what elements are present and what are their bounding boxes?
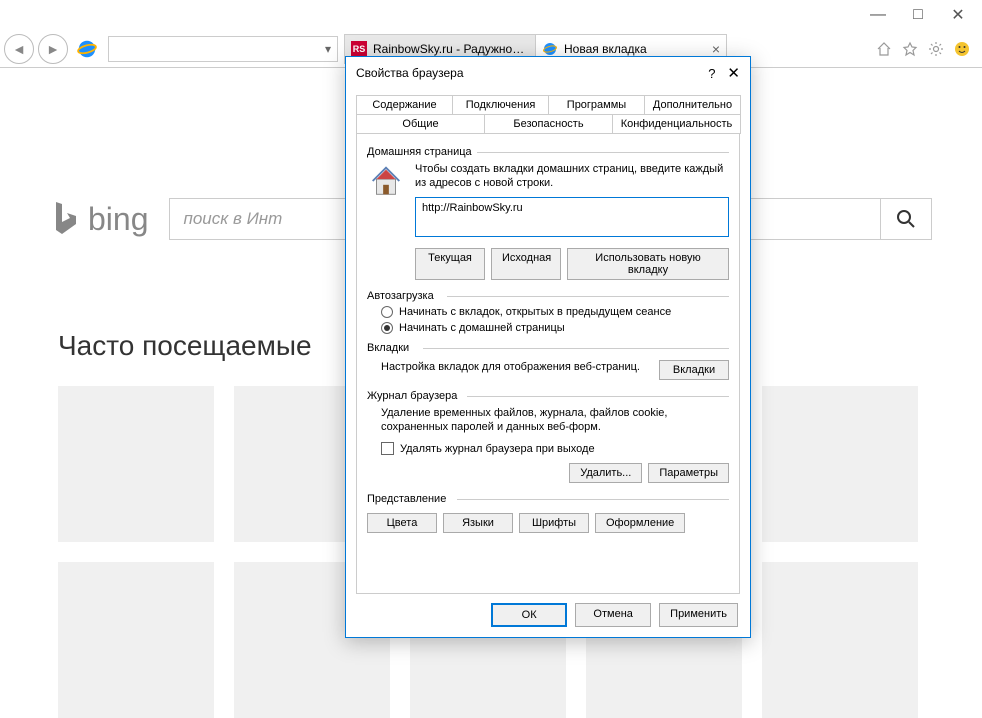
- dialog-help-button[interactable]: ?: [708, 66, 715, 81]
- tab-label: Новая вкладка: [564, 42, 708, 56]
- startup-home-radio[interactable]: Начинать с домашней страницы: [381, 322, 729, 334]
- dialog-title: Свойства браузера: [356, 66, 464, 80]
- search-icon: [896, 209, 916, 229]
- favicon-icon: RS: [351, 41, 367, 57]
- close-window-button[interactable]: ✕: [938, 1, 978, 29]
- use-newtab-button[interactable]: Использовать новую вкладку: [567, 248, 729, 280]
- ie-favicon-icon: [542, 41, 558, 57]
- home-page-description: Чтобы создать вкладки домашних страниц, …: [415, 162, 729, 191]
- tabs-group: Вкладки: [367, 342, 729, 354]
- use-default-button[interactable]: Исходная: [491, 248, 561, 280]
- use-current-button[interactable]: Текущая: [415, 248, 485, 280]
- history-group: Журнал браузера: [367, 390, 729, 402]
- back-button[interactable]: ◄: [4, 34, 34, 64]
- tab-connections[interactable]: Подключения: [452, 95, 549, 115]
- frequent-tile[interactable]: [762, 562, 918, 718]
- cancel-button[interactable]: Отмена: [575, 603, 651, 627]
- appearance-group: Представление: [367, 493, 729, 505]
- home-icon[interactable]: [874, 39, 894, 59]
- fonts-button[interactable]: Шрифты: [519, 513, 589, 533]
- ie-logo-icon: [76, 38, 98, 60]
- settings-icon[interactable]: [926, 39, 946, 59]
- delete-history-button[interactable]: Удалить...: [569, 463, 642, 483]
- address-dropdown-icon[interactable]: ▾: [325, 42, 331, 56]
- history-settings-button[interactable]: Параметры: [648, 463, 729, 483]
- frequent-tile[interactable]: [58, 386, 214, 542]
- tab-label: RainbowSky.ru - Радужное Не...: [373, 42, 529, 56]
- ok-button[interactable]: ОК: [491, 603, 567, 627]
- tab-programs[interactable]: Программы: [548, 95, 645, 115]
- bing-logo: bing: [50, 200, 149, 238]
- tabs-description: Настройка вкладок для отображения веб-ст…: [381, 360, 647, 374]
- tab-general[interactable]: Общие: [356, 114, 485, 134]
- startup-last-session-radio[interactable]: Начинать с вкладок, открытых в предыдуще…: [381, 306, 729, 318]
- apply-button[interactable]: Применить: [659, 603, 738, 627]
- dialog-title-bar: Свойства браузера ? ✕: [346, 57, 750, 89]
- colors-button[interactable]: Цвета: [367, 513, 437, 533]
- frequent-tile[interactable]: [762, 386, 918, 542]
- home-page-input[interactable]: [415, 197, 729, 237]
- tab-close-icon[interactable]: ×: [712, 41, 720, 57]
- forward-button[interactable]: ►: [38, 34, 68, 64]
- title-bar: — □ ✕: [0, 0, 982, 30]
- favorites-icon[interactable]: [900, 39, 920, 59]
- delete-on-exit-checkbox[interactable]: Удалять журнал браузера при выходе: [381, 442, 729, 455]
- minimize-button[interactable]: —: [858, 1, 898, 29]
- address-bar[interactable]: ▾: [108, 36, 338, 62]
- startup-group: Автозагрузка: [367, 290, 729, 302]
- tab-content[interactable]: Содержание: [356, 95, 453, 115]
- tab-security[interactable]: Безопасность: [484, 114, 613, 134]
- tabs-settings-button[interactable]: Вкладки: [659, 360, 729, 380]
- home-page-group: Домашняя страница: [367, 146, 729, 158]
- search-button[interactable]: [880, 198, 932, 240]
- history-description: Удаление временных файлов, журнала, файл…: [381, 406, 729, 435]
- tab-advanced[interactable]: Дополнительно: [644, 95, 741, 115]
- frequent-tile[interactable]: [58, 562, 214, 718]
- house-icon: [367, 162, 405, 200]
- smiley-icon[interactable]: [952, 39, 972, 59]
- tab-privacy[interactable]: Конфиденциальность: [612, 114, 741, 134]
- accessibility-button[interactable]: Оформление: [595, 513, 685, 533]
- maximize-button[interactable]: □: [898, 1, 938, 29]
- dialog-close-button[interactable]: ✕: [727, 64, 740, 82]
- internet-options-dialog: Свойства браузера ? ✕ Содержание Подключ…: [345, 56, 751, 638]
- languages-button[interactable]: Языки: [443, 513, 513, 533]
